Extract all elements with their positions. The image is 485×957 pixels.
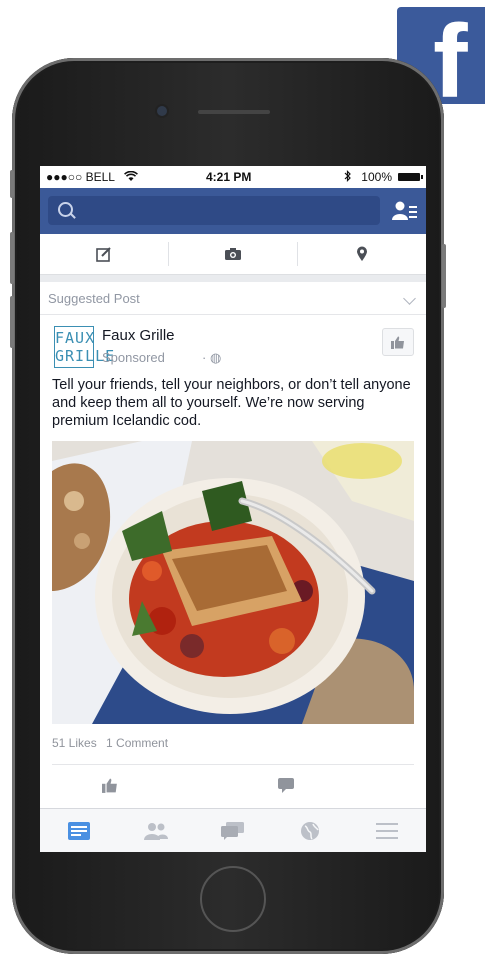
tab-messages[interactable] <box>194 809 271 852</box>
location-pin-icon <box>357 246 367 261</box>
sponsored-label: Sponsored <box>102 350 165 365</box>
divider <box>52 764 414 765</box>
tab-news-feed[interactable] <box>40 809 117 852</box>
thumbs-up-icon <box>102 778 117 793</box>
fish-dish-image <box>52 441 414 724</box>
chevron-down-icon[interactable] <box>403 292 416 305</box>
suggested-post-card: Suggested Post FAUX GRILLE Faux Grille S… <box>40 282 426 810</box>
divider <box>40 314 426 315</box>
battery-percent: 100% <box>361 170 392 184</box>
status-button[interactable] <box>40 234 168 274</box>
likes-count[interactable]: 51 Likes <box>52 736 97 750</box>
phone-screen: ●●●○○ BELL 4:21 PM 100% Suggested Post F… <box>40 166 426 852</box>
tab-friends[interactable] <box>117 809 194 852</box>
like-page-button[interactable] <box>382 328 414 356</box>
search-input[interactable] <box>48 196 380 225</box>
friend-requests-icon[interactable] <box>392 200 418 222</box>
post-photo[interactable] <box>52 441 414 724</box>
camera-icon <box>225 248 241 260</box>
globe-icon <box>300 822 319 840</box>
power-button <box>442 244 446 308</box>
facebook-nav-bar <box>40 188 426 234</box>
menu-icon <box>375 823 398 839</box>
carrier-signal: ●●●○○ BELL <box>46 170 115 184</box>
home-button[interactable] <box>200 866 266 932</box>
friends-icon <box>143 823 168 840</box>
tab-notifications[interactable] <box>271 809 348 852</box>
post-text: Tell your friends, tell your neighbors, … <box>52 377 411 429</box>
comment-icon <box>278 778 294 793</box>
status-time: 4:21 PM <box>206 170 252 184</box>
bluetooth-icon <box>344 170 351 182</box>
search-icon <box>58 202 73 217</box>
photo-button[interactable] <box>169 234 297 274</box>
battery-icon <box>398 173 423 181</box>
public-globe-icon: · ◍ <box>202 350 222 365</box>
page-logo[interactable]: FAUX GRILLE <box>54 326 114 368</box>
page-name-link[interactable]: Faux Grille <box>102 327 175 344</box>
volume-up-button <box>10 232 14 284</box>
edit-icon <box>96 247 111 262</box>
check-in-button[interactable] <box>298 234 426 274</box>
status-bar: ●●●○○ BELL 4:21 PM 100% <box>40 166 426 188</box>
earpiece-speaker <box>198 110 270 114</box>
comment-button[interactable] <box>278 778 294 798</box>
volume-down-button <box>10 296 14 348</box>
front-camera <box>157 106 167 116</box>
thumbs-up-icon <box>391 336 404 349</box>
mute-switch <box>10 170 14 198</box>
tab-more[interactable] <box>348 809 425 852</box>
post-stats: 51 Likes 1 Comment <box>52 736 174 750</box>
suggested-post-label: Suggested Post <box>48 291 140 306</box>
composer-bar <box>40 234 426 275</box>
comments-count[interactable]: 1 Comment <box>106 736 168 750</box>
like-button[interactable] <box>102 778 118 798</box>
bottom-tab-bar <box>40 808 426 852</box>
news-feed-icon <box>67 822 90 840</box>
messages-icon <box>220 822 244 840</box>
wifi-icon <box>124 171 138 181</box>
